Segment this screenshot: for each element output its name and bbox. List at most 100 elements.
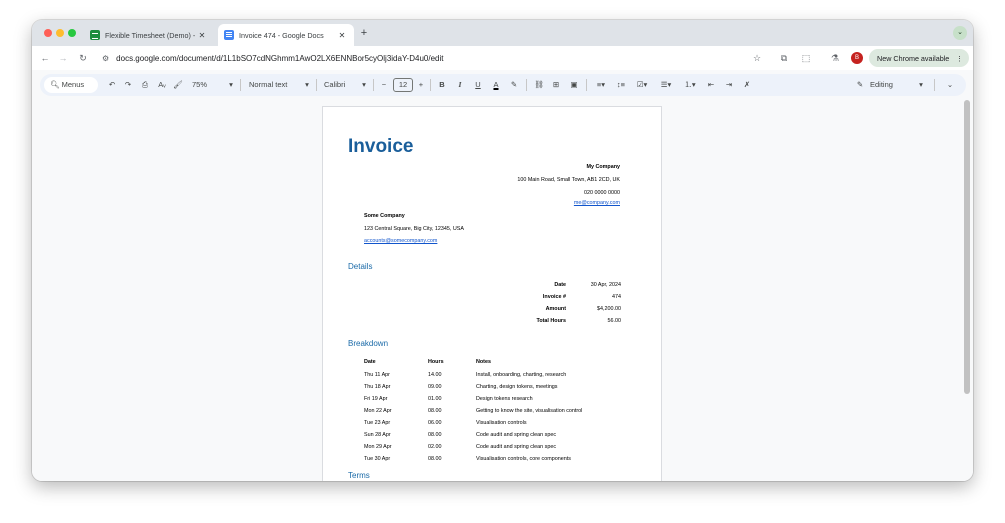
chevron-down-icon[interactable]: ▾: [302, 74, 312, 96]
vertical-scrollbar[interactable]: [964, 100, 970, 394]
document-page[interactable]: Invoice My Company 100 Main Road, Small …: [322, 106, 662, 481]
italic-icon[interactable]: I: [454, 74, 466, 96]
sender-email-link[interactable]: me@company.com: [574, 200, 620, 206]
tab-timesheet[interactable]: Flexible Timesheet (Demo) - ✕: [86, 24, 214, 46]
link-icon[interactable]: ⛓: [532, 74, 546, 96]
bookmark-star-icon[interactable]: ☆: [750, 51, 764, 65]
client-email-link[interactable]: accounts@somecompany.com: [364, 238, 437, 244]
row-notes: Getting to know the site, visualisation …: [476, 408, 583, 414]
details-value: $4,200.00: [597, 306, 621, 312]
update-label: New Chrome available: [877, 53, 950, 63]
details-value: 30 Apr, 2024: [590, 282, 621, 288]
labs-flask-icon[interactable]: ⚗: [828, 51, 842, 65]
close-window-button[interactable]: [44, 29, 52, 37]
extensions-icon[interactable]: ⬚: [799, 51, 813, 65]
row-hours: 08.00: [428, 408, 442, 414]
text-color-icon[interactable]: A: [490, 74, 502, 96]
line-spacing-icon[interactable]: ↕≡: [614, 74, 628, 96]
row-notes: Charting, design tokens, meetings: [476, 384, 558, 390]
row-date: Tue 23 Apr: [364, 420, 391, 426]
checklist-icon[interactable]: ☑▾: [632, 74, 652, 96]
font-select[interactable]: Calibri: [324, 74, 345, 96]
details-value: 56.00: [607, 318, 622, 324]
table-header-date: Date: [364, 359, 376, 365]
zoom-select[interactable]: 75%: [192, 74, 207, 96]
redo-icon[interactable]: ↷: [122, 74, 134, 96]
new-tab-button[interactable]: +: [357, 26, 371, 40]
tab-search-button[interactable]: ⌄: [953, 26, 967, 40]
minimize-window-button[interactable]: [56, 29, 64, 37]
client-name: Some Company: [364, 213, 405, 219]
bold-icon[interactable]: B: [436, 74, 448, 96]
chevron-down-icon[interactable]: ▾: [226, 74, 236, 96]
align-icon[interactable]: ≡▾: [592, 74, 610, 96]
editing-mode-select[interactable]: Editing: [870, 74, 893, 96]
zoom-value: 75%: [192, 80, 208, 89]
close-icon[interactable]: ✕: [336, 31, 348, 40]
divider: [240, 79, 241, 91]
navigation-bar: ← → ↻ ⚙ docs.google.com/document/d/1L1bS…: [32, 46, 973, 70]
tab-title: Invoice 474 - Google Docs: [239, 30, 324, 40]
cast-icon[interactable]: ⧉: [777, 51, 791, 65]
chevron-down-icon[interactable]: ▾: [359, 74, 369, 96]
row-notes: Visualisation controls, core components: [476, 456, 571, 462]
table-header-hours: Hours: [428, 359, 444, 365]
terms-heading: Terms: [348, 471, 370, 480]
spellcheck-icon[interactable]: Aᵥ: [156, 74, 168, 96]
details-key: Invoice #: [542, 294, 566, 300]
font-size-input[interactable]: 12: [393, 78, 413, 92]
row-date: Sun 28 Apr: [364, 432, 391, 438]
sheets-icon: [90, 30, 100, 40]
close-icon[interactable]: ✕: [196, 31, 208, 40]
update-chrome-button[interactable]: New Chrome available ⋮: [869, 49, 969, 67]
details-heading: Details: [348, 262, 373, 271]
paint-format-icon[interactable]: 🖌︎: [172, 74, 184, 96]
address-bar[interactable]: ⚙ docs.google.com/document/d/1L1bSO7cdNG…: [100, 49, 770, 67]
docs-icon: [224, 30, 234, 40]
tab-strip: Flexible Timesheet (Demo) - ✕ Invoice 47…: [32, 20, 973, 46]
numbered-list-icon[interactable]: ⒈▾: [680, 74, 700, 96]
row-hours: 14.00: [428, 372, 442, 378]
sender-address: 100 Main Road, Small Town, AB1 2CD, UK: [517, 177, 620, 183]
style-select[interactable]: Normal text: [249, 74, 287, 96]
forward-button[interactable]: →: [56, 51, 70, 65]
divider: [316, 79, 317, 91]
clear-formatting-icon[interactable]: ✗: [740, 74, 754, 96]
row-date: Fri 19 Apr: [364, 396, 388, 402]
increase-font-size-button[interactable]: +: [416, 74, 426, 96]
image-icon[interactable]: ▣: [568, 74, 580, 96]
avatar[interactable]: B: [851, 52, 863, 64]
sender-name: My Company: [586, 164, 620, 170]
highlight-pen-icon[interactable]: ✎: [508, 74, 520, 96]
print-icon[interactable]: ⎙: [138, 74, 152, 96]
breakdown-heading: Breakdown: [348, 339, 389, 348]
row-hours: 02.00: [428, 444, 442, 450]
sender-phone: 020 0000 0000: [584, 190, 620, 196]
underline-icon[interactable]: U: [472, 74, 484, 96]
increase-indent-icon[interactable]: ⇥: [722, 74, 736, 96]
undo-icon[interactable]: ↶: [106, 74, 118, 96]
menus-label: Menus: [61, 80, 85, 89]
menus-search-button[interactable]: 🔍︎ Menus: [44, 77, 98, 93]
row-hours: 06.00: [428, 420, 442, 426]
browser-window: Flexible Timesheet (Demo) - ✕ Invoice 47…: [32, 20, 973, 481]
reload-button[interactable]: ↻: [76, 51, 90, 65]
row-notes: Design tokens research: [476, 396, 533, 402]
maximize-window-button[interactable]: [68, 29, 76, 37]
search-icon: 🔍︎: [50, 80, 62, 89]
bulleted-list-icon[interactable]: ☰▾: [656, 74, 676, 96]
row-notes: Code audit and spring clean spec: [476, 432, 557, 438]
kebab-menu-icon[interactable]: ⋮: [956, 54, 963, 63]
chevron-down-icon[interactable]: ▾: [916, 74, 926, 96]
pencil-icon: ✎: [856, 80, 864, 89]
decrease-font-size-button[interactable]: −: [379, 74, 389, 96]
site-info-icon[interactable]: ⚙: [102, 54, 109, 63]
comment-icon[interactable]: ⊞: [550, 74, 562, 96]
row-hours: 08.00: [428, 456, 442, 462]
decrease-indent-icon[interactable]: ⇤: [704, 74, 718, 96]
tab-invoice[interactable]: Invoice 474 - Google Docs ✕: [218, 24, 354, 46]
collapse-menu-chevron-icon[interactable]: ⌄: [944, 74, 956, 96]
row-hours: 09.00: [428, 384, 442, 390]
tab-title: Flexible Timesheet (Demo) -: [105, 30, 196, 40]
back-button[interactable]: ←: [38, 51, 52, 65]
